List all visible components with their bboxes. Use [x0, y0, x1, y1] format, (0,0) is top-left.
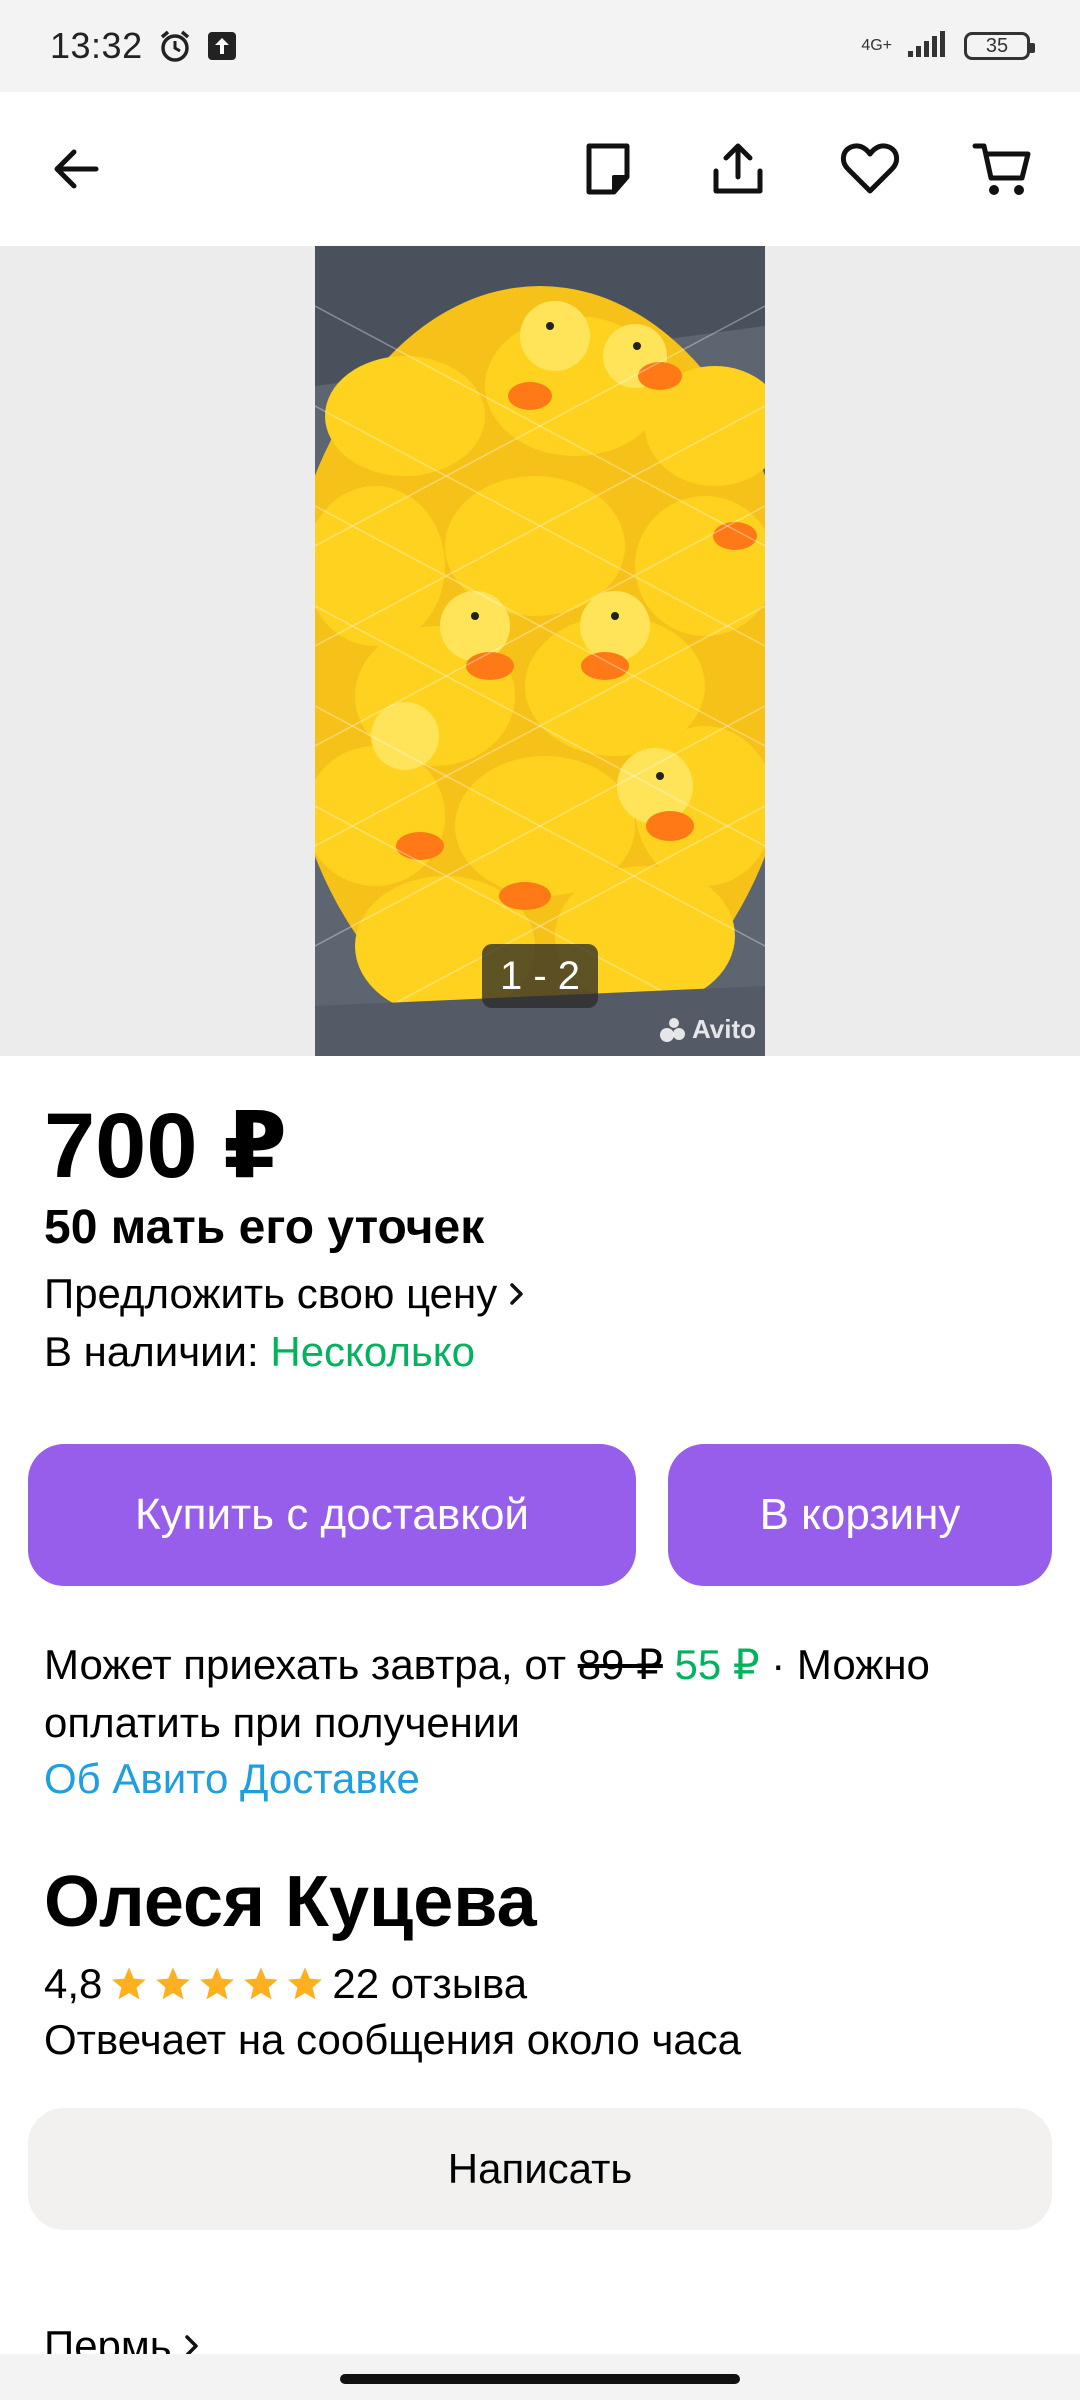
product-photo[interactable]: [315, 246, 765, 1056]
availability-value: Несколько: [270, 1328, 475, 1375]
watermark-text: Avito: [692, 1014, 757, 1044]
home-indicator[interactable]: [340, 2374, 740, 2384]
seller-rating[interactable]: 4,8 22 отзыва: [44, 1956, 527, 2012]
avito-delivery-link[interactable]: Об Авито Доставке: [44, 1752, 420, 1806]
delivery-old-price: 89 ₽: [577, 1641, 663, 1688]
photo-counter: 1 - 2: [482, 944, 598, 1008]
top-toolbar: [0, 92, 1080, 246]
battery-level: 35: [985, 34, 1009, 57]
listing-title: 50 мать его уточек: [44, 1201, 485, 1254]
reviews-count: 22 отзыва: [332, 1960, 528, 2007]
chevron-right-icon: [510, 1283, 523, 1305]
write-message-button[interactable]: Написать: [28, 2108, 1052, 2230]
seller-name[interactable]: Олеся Куцева: [44, 1858, 537, 1946]
alarm-icon: [157, 28, 193, 64]
share-icon: [713, 143, 763, 194]
buy-with-delivery-button[interactable]: Купить с доставкой: [28, 1444, 636, 1586]
signal-icon: [906, 29, 950, 64]
star-icon: [112, 1967, 147, 2000]
status-bar: 13:32 4G+ 35: [0, 0, 1080, 92]
star-icon: [244, 1967, 279, 2000]
offer-price-label: Предложить свою цену: [44, 1270, 498, 1317]
heart-icon: [841, 143, 899, 194]
star-icon: [288, 1967, 323, 2000]
favorite-button[interactable]: [830, 129, 910, 209]
cart-icon: [972, 143, 1031, 195]
status-time: 13:32: [50, 25, 143, 66]
share-button[interactable]: [698, 129, 778, 209]
delivery-text: Может приехать завтра, от: [44, 1641, 567, 1688]
add-to-cart-button[interactable]: В корзину: [668, 1444, 1052, 1586]
network-type: 4G+: [861, 37, 892, 54]
note-icon: [586, 143, 630, 195]
star-icon: [200, 1967, 235, 2000]
rating-stars: [110, 1965, 324, 2003]
star-icon: [156, 1967, 191, 2000]
note-button[interactable]: [568, 129, 648, 209]
avito-watermark: Avito: [658, 1014, 756, 1045]
price: 700 ₽: [44, 1095, 288, 1197]
delivery-info: Может приехать завтра, от 89 ₽ 55 ₽ · Мо…: [44, 1636, 1044, 1752]
avito-logo-icon: [660, 1017, 685, 1042]
delivery-new-price: 55 ₽: [674, 1641, 760, 1688]
rating-value: 4,8: [44, 1960, 103, 2007]
availability-label: В наличии:: [44, 1328, 259, 1375]
offer-price-link[interactable]: Предложить свою цену: [44, 1268, 527, 1320]
cart-button[interactable]: [962, 129, 1042, 209]
reply-time: Отвечает на сообщения около часа: [44, 2016, 742, 2063]
battery-icon: 35: [964, 32, 1035, 60]
back-button[interactable]: [36, 129, 116, 209]
availability: В наличии: Несколько: [44, 1326, 475, 1378]
arrow-left-icon: [54, 149, 99, 189]
upload-notification-icon: [207, 31, 237, 61]
photo-gallery[interactable]: [0, 246, 1080, 1056]
